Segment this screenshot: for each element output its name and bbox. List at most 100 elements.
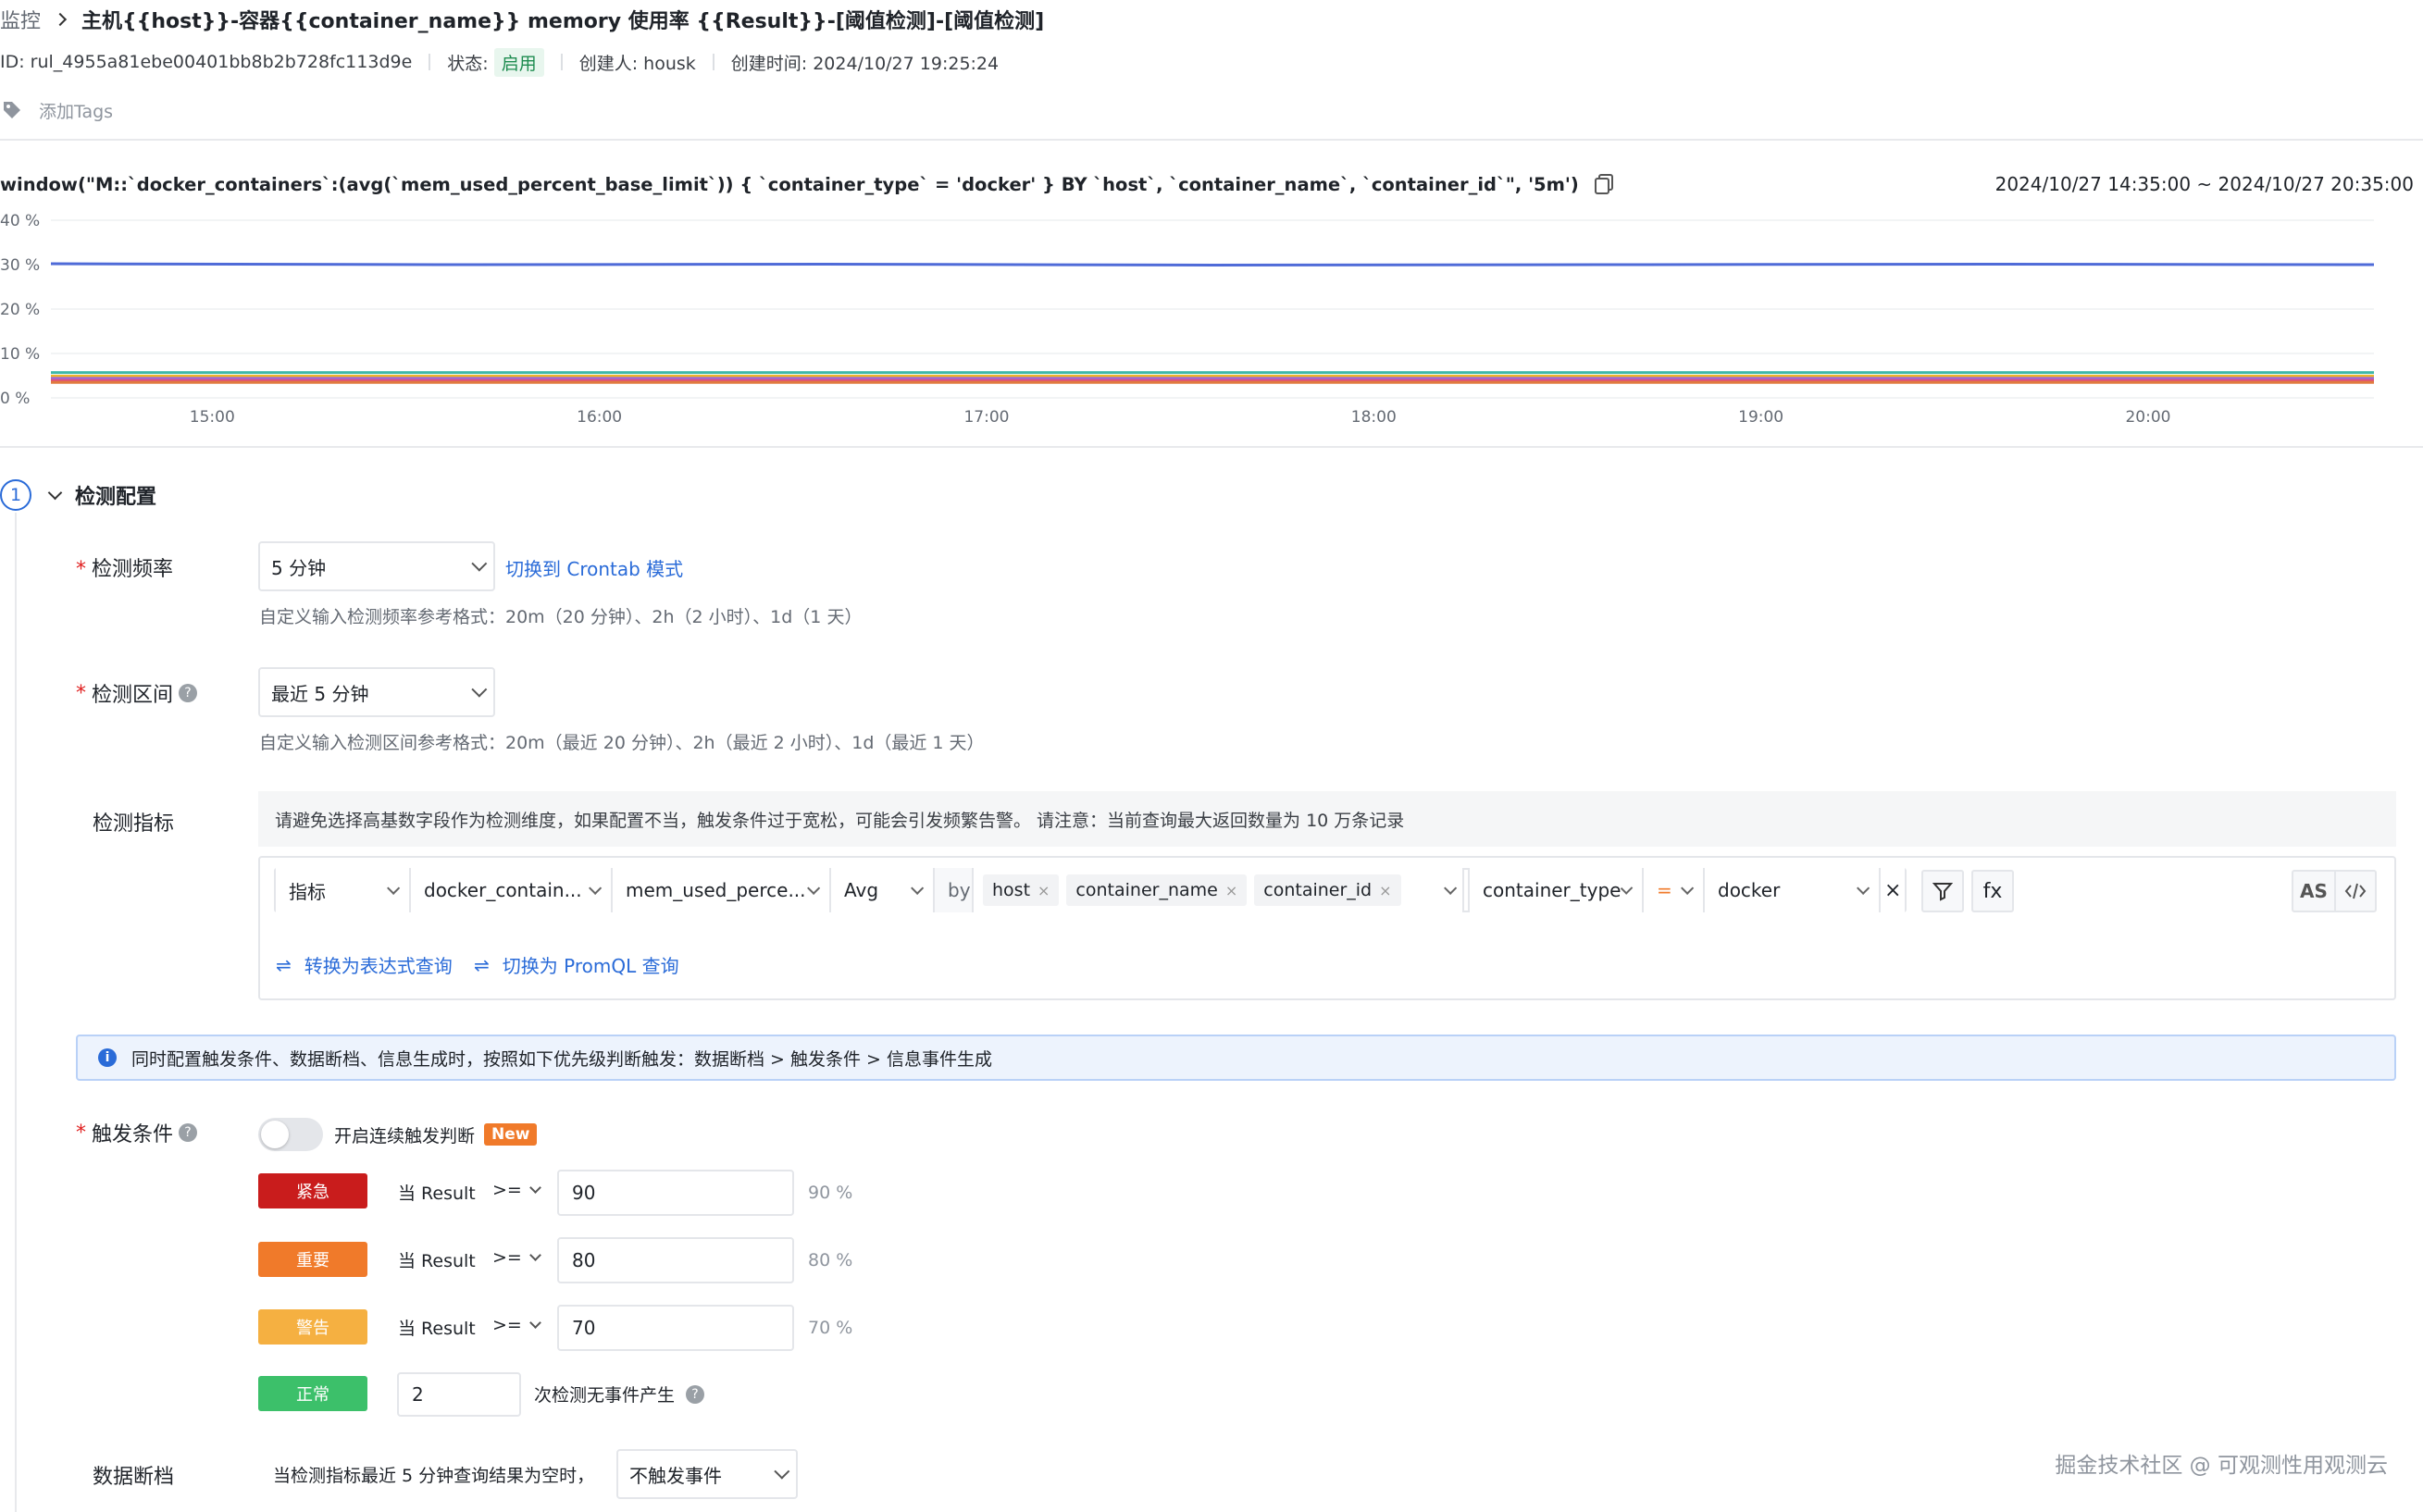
- nodata-text: 当检测指标最近 5 分钟查询结果为空时，: [273, 1466, 595, 1486]
- chevron-down-icon: [1621, 882, 1634, 895]
- y-tick-label: 40 %: [0, 212, 40, 230]
- chevron-down-icon: [1857, 881, 1870, 895]
- remove-filter-icon[interactable]: ×: [1881, 868, 1905, 912]
- freq-label: 检测频率: [76, 552, 173, 582]
- metric-type-select[interactable]: 指标: [276, 868, 411, 912]
- x-tick-label: 17:00: [963, 408, 1009, 427]
- level-normal-badge: 正常: [258, 1376, 367, 1411]
- created-time: 创建时间: 2024/10/27 19:25:24: [730, 53, 1000, 74]
- level-warning-badge: 警告: [258, 1309, 367, 1345]
- rule-prefix: 当 Result: [398, 1319, 476, 1339]
- meta-row: ID: rul_4955a81ebe00401bb8b2b728fc113d9e…: [0, 47, 1000, 77]
- close-icon[interactable]: ×: [1038, 882, 1050, 899]
- copy-icon[interactable]: [1594, 173, 1614, 195]
- breadcrumb: 监控 主机{{host}}-容器{{container_name}} memor…: [0, 4, 1044, 35]
- freq-select[interactable]: 5 分钟: [258, 541, 495, 591]
- filter-value-select[interactable]: docker: [1705, 868, 1881, 912]
- nodata-select[interactable]: 不触发事件: [616, 1449, 798, 1499]
- normal-count-input[interactable]: 2: [397, 1372, 521, 1417]
- continuous-trigger-row: 开启连续触发判断 New: [258, 1118, 538, 1151]
- metric-warning: 请避免选择高基数字段作为检测维度，如果配置不当，触发条件过于宽松，可能会引发频繁…: [258, 791, 2396, 847]
- section-header[interactable]: 1 检测配置: [0, 479, 156, 511]
- help-icon[interactable]: ?: [179, 1123, 198, 1142]
- code-button[interactable]: [2334, 870, 2377, 912]
- continuous-toggle[interactable]: [258, 1118, 323, 1151]
- rule-id: ID: rul_4955a81ebe00401bb8b2b728fc113d9e: [0, 52, 413, 72]
- add-tags[interactable]: 添加Tags: [2, 96, 113, 124]
- info-icon: i: [98, 1048, 117, 1067]
- creator: 创建人: housk: [578, 53, 696, 74]
- section-title: 检测配置: [75, 486, 157, 509]
- rule-op-select[interactable]: >=: [492, 1247, 541, 1268]
- filter-op-select[interactable]: =: [1644, 868, 1705, 912]
- toggle-label: 开启连续触发判断: [334, 1125, 476, 1146]
- rule-value-input[interactable]: 90: [557, 1170, 794, 1216]
- nodata-value: 不触发事件: [629, 1464, 722, 1487]
- field-select[interactable]: mem_used_perce...: [613, 868, 831, 912]
- convert-expr-link[interactable]: ⇌ 转换为表达式查询: [276, 951, 453, 978]
- freq-hint: 自定义输入检测频率参考格式：20m（20 分钟）、2h（2 小时）、1d（1 天…: [259, 607, 863, 627]
- interval-hint: 自定义输入检测区间参考格式：20m（最近 20 分钟）、2h（最近 2 小时）、…: [259, 733, 985, 753]
- swap-icon: ⇌: [276, 953, 292, 976]
- x-tick-label: 19:00: [1738, 408, 1783, 427]
- interval-label: 检测区间?: [76, 678, 198, 708]
- by-label: by: [935, 868, 974, 912]
- rule-unit: 90 %: [808, 1183, 853, 1203]
- chevron-down-icon: [1444, 881, 1458, 895]
- fx-button[interactable]: fx: [1971, 870, 2014, 912]
- as-button[interactable]: AS: [2292, 870, 2336, 912]
- x-tick-label: 16:00: [577, 408, 622, 427]
- group-by-select[interactable]: host × container_name × container_id ×: [974, 868, 1464, 912]
- y-tick-label: 30 %: [0, 256, 40, 275]
- interval-select[interactable]: 最近 5 分钟: [258, 667, 495, 717]
- new-badge: New: [484, 1123, 538, 1146]
- chevron-down-icon: [47, 485, 63, 500]
- chevron-down-icon: [471, 681, 488, 698]
- metric-label: 检测指标: [93, 812, 175, 836]
- rule-prefix: 当 Result: [398, 1184, 476, 1204]
- x-tick-label: 18:00: [1351, 408, 1397, 427]
- rule-unit: 70 %: [808, 1318, 853, 1338]
- query-text-row: window("M::`docker_containers`:(avg(`mem…: [0, 170, 1614, 198]
- swap-icon: ⇌: [474, 953, 490, 976]
- help-icon[interactable]: ?: [179, 684, 198, 702]
- status-label: 状态:: [447, 53, 489, 74]
- measurement-select[interactable]: docker_contain...: [411, 868, 613, 912]
- switch-crontab-link[interactable]: 切换到 Crontab 模式: [505, 554, 683, 581]
- series-line[interactable]: [50, 262, 2375, 266]
- group-tag: host ×: [983, 874, 1060, 906]
- chevron-down-icon: [589, 881, 603, 895]
- help-icon[interactable]: ?: [686, 1384, 705, 1404]
- filter-button[interactable]: [1921, 870, 1964, 912]
- rule-op-select[interactable]: >=: [492, 1315, 541, 1335]
- rule-op-select[interactable]: >=: [492, 1180, 541, 1200]
- step-number: 1: [0, 479, 31, 511]
- normal-suffix: 次检测无事件产生?: [534, 1382, 705, 1407]
- chevron-right-icon: [53, 12, 68, 27]
- rule-value-input[interactable]: 80: [557, 1237, 794, 1283]
- code-icon: [2344, 883, 2367, 899]
- freq-value: 5 分钟: [271, 556, 327, 579]
- convert-promql-link[interactable]: ⇌ 切换为 PromQL 查询: [474, 951, 679, 978]
- breadcrumb-root[interactable]: 监控: [0, 5, 41, 34]
- close-icon[interactable]: ×: [1225, 882, 1237, 899]
- group-tag: container_id ×: [1254, 874, 1401, 906]
- chevron-down-icon: [1681, 881, 1695, 895]
- line-chart: 40 % 30 % 20 % 10 % 0 % 15:00 16:00 17:00 18:00 1…: [0, 212, 2375, 427]
- add-tags-label: 添加Tags: [39, 101, 114, 122]
- rule-value-input[interactable]: 70: [557, 1305, 794, 1351]
- page-title: 主机{{host}}-容器{{container_name}} memory 使…: [81, 10, 1045, 33]
- filter-key-select[interactable]: container_type: [1468, 868, 1644, 912]
- close-icon[interactable]: ×: [1379, 882, 1391, 899]
- chevron-down-icon: [807, 881, 821, 895]
- agg-select[interactable]: Avg: [831, 868, 935, 912]
- y-tick-label: 0 %: [0, 390, 30, 408]
- time-range: 2024/10/27 14:35:00 ~ 2024/10/27 20:35:0…: [1994, 173, 2414, 195]
- watermark: 掘金技术社区 @ 可观测性用观测云: [2055, 1454, 2388, 1478]
- nodata-label: 数据断档: [93, 1466, 175, 1489]
- info-banner: i 同时配置触发条件、数据断档、信息生成时，按照如下优先级判断触发：数据断档 >…: [76, 1035, 2396, 1081]
- interval-value: 最近 5 分钟: [271, 682, 369, 705]
- chevron-down-icon: [387, 881, 401, 895]
- chevron-down-icon: [471, 555, 488, 572]
- status-badge: 启用: [493, 47, 544, 77]
